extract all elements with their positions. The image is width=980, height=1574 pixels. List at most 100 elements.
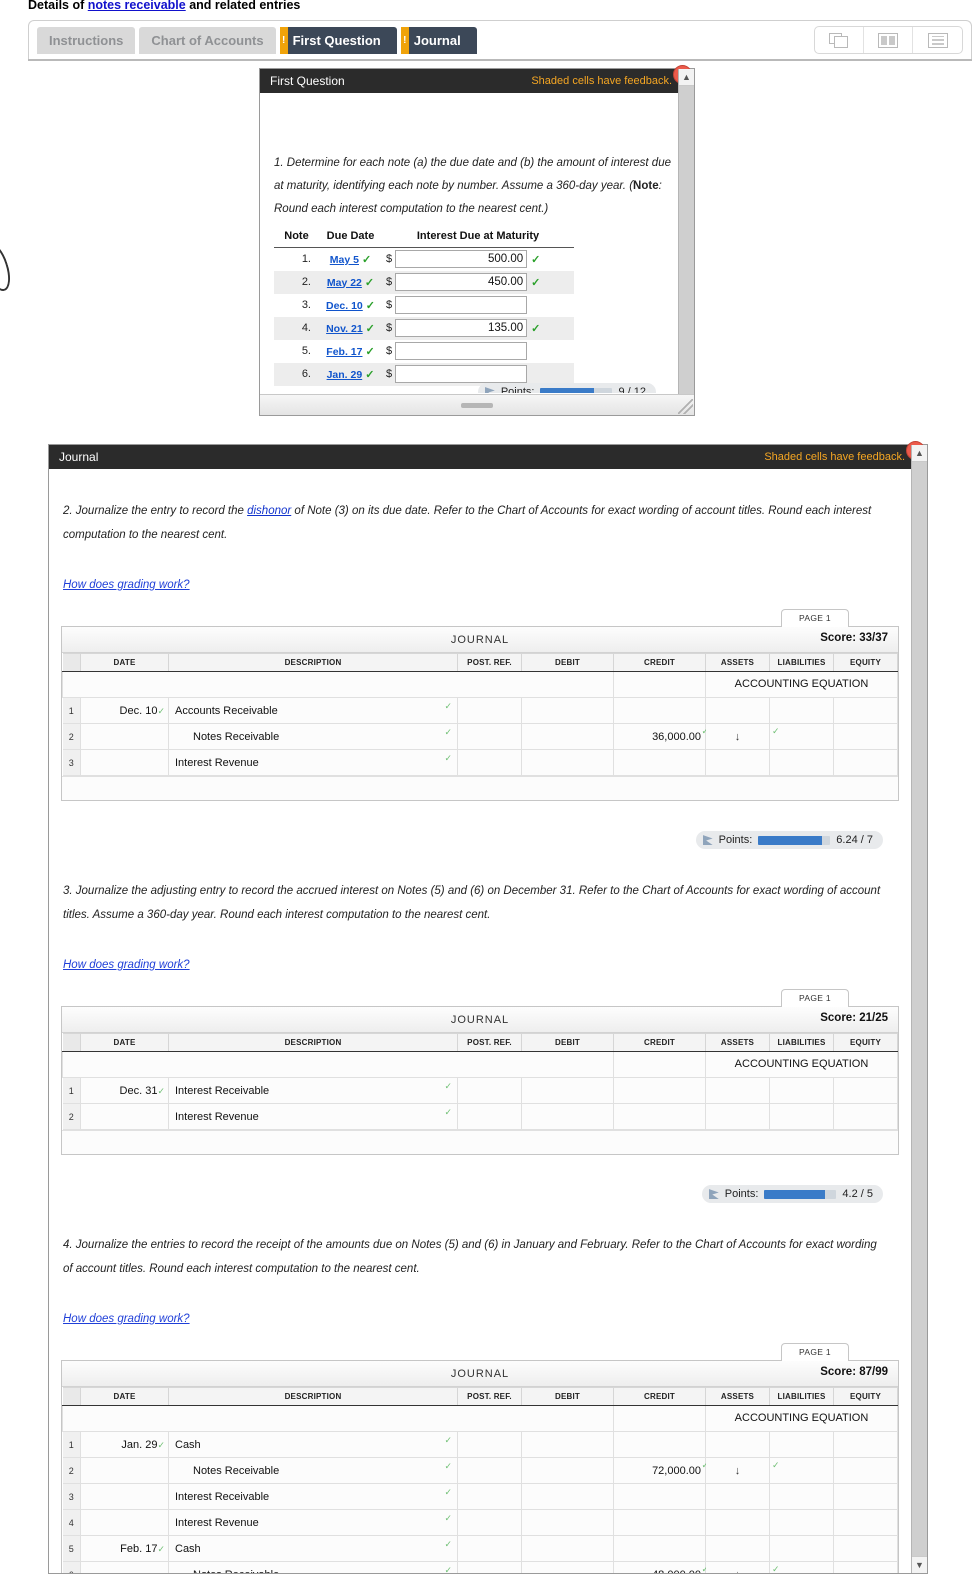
- credit-cell[interactable]: 36,000.00✓: [613, 723, 709, 750]
- liabilities-cell[interactable]: [769, 1509, 834, 1536]
- debit-cell[interactable]: [521, 723, 614, 750]
- interest-input[interactable]: [395, 342, 528, 360]
- assets-cell[interactable]: [705, 697, 770, 724]
- due-date-cell[interactable]: May 22 ✓: [319, 270, 382, 294]
- due-date-cell[interactable]: Jan. 29 ✓: [319, 362, 382, 386]
- equity-cell[interactable]: [833, 723, 898, 750]
- page-tab[interactable]: PAGE 1: [781, 609, 849, 627]
- assets-cell[interactable]: ↓: [705, 1457, 770, 1484]
- first-question-vertical-scrollbar[interactable]: ▲ ▼: [678, 69, 694, 415]
- post-ref-cell[interactable]: [457, 1431, 522, 1458]
- scroll-down-icon[interactable]: ▼: [912, 1556, 927, 1573]
- interest-input[interactable]: [395, 296, 528, 314]
- debit-cell[interactable]: [521, 1103, 614, 1130]
- equity-cell[interactable]: [833, 1457, 898, 1484]
- date-cell[interactable]: [80, 723, 169, 750]
- credit-cell[interactable]: [613, 749, 706, 776]
- debit-cell[interactable]: [521, 1535, 614, 1562]
- credit-cell[interactable]: 48,000.00✓: [613, 1561, 709, 1573]
- assets-cell[interactable]: [705, 1103, 770, 1130]
- equity-cell[interactable]: [833, 1103, 898, 1130]
- liabilities-cell[interactable]: [769, 697, 834, 724]
- debit-cell[interactable]: [521, 1431, 614, 1458]
- date-cell[interactable]: [80, 1457, 169, 1484]
- date-cell[interactable]: [80, 749, 169, 776]
- due-date-link[interactable]: Nov. 21: [326, 323, 363, 335]
- scroll-up-icon[interactable]: ▲: [679, 69, 694, 86]
- date-cell[interactable]: [80, 1103, 169, 1130]
- credit-cell[interactable]: [613, 1077, 706, 1104]
- description-cell[interactable]: Interest Revenue ✓: [168, 1509, 458, 1536]
- debit-cell[interactable]: [521, 1077, 614, 1104]
- description-cell[interactable]: Interest Revenue ✓: [168, 1103, 458, 1130]
- first-question-horizontal-scrollbar[interactable]: [260, 394, 694, 415]
- debit-cell[interactable]: [521, 1509, 614, 1536]
- liabilities-cell[interactable]: [769, 1431, 834, 1458]
- credit-cell[interactable]: 72,000.00✓: [613, 1457, 709, 1484]
- post-ref-cell[interactable]: [457, 1483, 522, 1510]
- grading-help-link[interactable]: How does grading work?: [63, 1313, 190, 1325]
- assets-cell[interactable]: [705, 1509, 770, 1536]
- page-tab[interactable]: PAGE 1: [781, 1343, 849, 1361]
- assets-cell[interactable]: ↓: [705, 1561, 770, 1573]
- equity-cell[interactable]: [833, 1077, 898, 1104]
- post-ref-cell[interactable]: [457, 1077, 522, 1104]
- interest-input[interactable]: 500.00: [395, 250, 528, 269]
- post-ref-cell[interactable]: [457, 723, 522, 750]
- liabilities-cell[interactable]: [769, 1077, 834, 1104]
- equity-cell[interactable]: [833, 1431, 898, 1458]
- liabilities-cell[interactable]: ✓: [769, 1457, 834, 1484]
- due-date-link[interactable]: Feb. 17: [326, 346, 362, 358]
- equity-cell[interactable]: [833, 1509, 898, 1536]
- date-cell[interactable]: Dec. 31✓: [80, 1077, 169, 1104]
- due-date-cell[interactable]: Nov. 21 ✓: [319, 316, 382, 340]
- equity-cell[interactable]: [833, 749, 898, 776]
- description-cell[interactable]: Notes Receivable ✓: [168, 723, 458, 750]
- tab-chart-of-accounts[interactable]: Chart of Accounts: [139, 27, 276, 54]
- credit-cell[interactable]: [613, 1509, 706, 1536]
- description-cell[interactable]: Cash ✓: [168, 1431, 458, 1458]
- liabilities-cell[interactable]: ✓: [769, 1561, 834, 1573]
- description-cell[interactable]: Interest Revenue ✓: [168, 749, 458, 776]
- post-ref-cell[interactable]: [457, 1457, 522, 1484]
- date-cell[interactable]: Dec. 10✓: [80, 697, 169, 724]
- date-cell[interactable]: [80, 1483, 169, 1510]
- tab-journal[interactable]: ! Journal: [400, 27, 477, 54]
- stacked-view-button[interactable]: [913, 27, 962, 53]
- post-ref-cell[interactable]: [457, 1535, 522, 1562]
- debit-cell[interactable]: [521, 1561, 614, 1573]
- post-ref-cell[interactable]: [457, 749, 522, 776]
- credit-cell[interactable]: [613, 697, 706, 724]
- equity-cell[interactable]: [833, 1535, 898, 1562]
- due-date-link[interactable]: Dec. 10: [326, 300, 363, 312]
- description-cell[interactable]: Accounts Receivable ✓: [168, 697, 458, 724]
- page-tab[interactable]: PAGE 1: [781, 989, 849, 1007]
- notes-receivable-link[interactable]: notes receivable: [88, 0, 186, 12]
- description-cell[interactable]: Notes Receivable ✓: [168, 1561, 458, 1573]
- due-date-cell[interactable]: Dec. 10 ✓: [319, 294, 382, 317]
- liabilities-cell[interactable]: [769, 749, 834, 776]
- description-cell[interactable]: Interest Receivable ✓: [168, 1077, 458, 1104]
- scroll-up-icon[interactable]: ▲: [912, 445, 927, 462]
- liabilities-cell[interactable]: [769, 1483, 834, 1510]
- date-cell[interactable]: [80, 1509, 169, 1536]
- tab-instructions[interactable]: Instructions: [37, 27, 136, 54]
- credit-cell[interactable]: [613, 1483, 706, 1510]
- equity-cell[interactable]: [833, 1483, 898, 1510]
- horizontal-scroll-thumb[interactable]: [461, 403, 493, 408]
- interest-input[interactable]: 135.00: [395, 319, 528, 337]
- resize-grip-icon[interactable]: [678, 399, 693, 414]
- assets-cell[interactable]: [705, 1535, 770, 1562]
- date-cell[interactable]: [80, 1561, 169, 1573]
- liabilities-cell[interactable]: ✓: [769, 723, 834, 750]
- due-date-cell[interactable]: May 5 ✓: [319, 248, 382, 271]
- description-cell[interactable]: Notes Receivable ✓: [168, 1457, 458, 1484]
- post-ref-cell[interactable]: [457, 1103, 522, 1130]
- dishonor-link[interactable]: dishonor: [247, 505, 291, 517]
- assets-cell[interactable]: [705, 1077, 770, 1104]
- tab-first-question[interactable]: ! First Question: [279, 27, 397, 54]
- due-date-link[interactable]: May 22: [327, 277, 362, 289]
- journal-vertical-scrollbar[interactable]: ▲ ▼: [911, 445, 927, 1573]
- split-view-button[interactable]: [864, 27, 913, 53]
- liabilities-cell[interactable]: [769, 1103, 834, 1130]
